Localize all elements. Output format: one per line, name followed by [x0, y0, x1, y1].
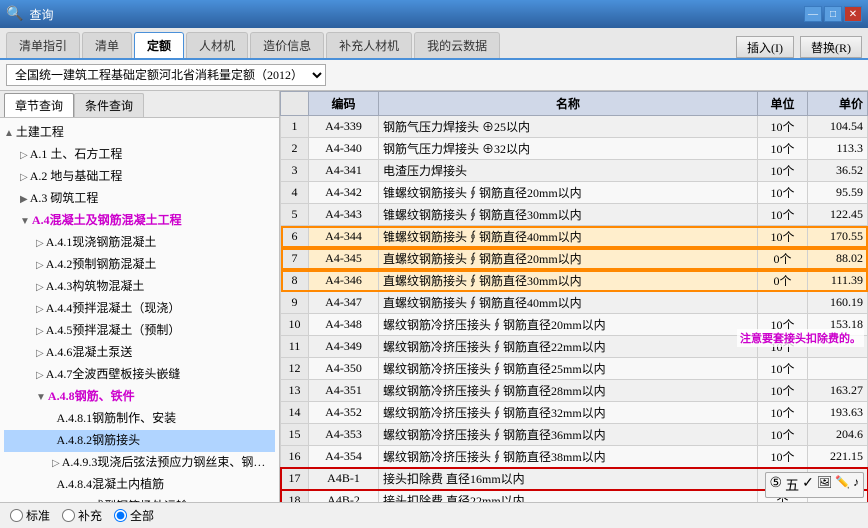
bottom-bar: 标准 补充 全部	[0, 502, 868, 528]
tree-item[interactable]: ▷A.4.2预制钢筋混凝土	[4, 254, 275, 276]
col-code-header: 编码	[309, 92, 379, 116]
tab-qingdan-zhiyin[interactable]: 清单指引	[6, 32, 80, 58]
table-container: 编码 名称 单位 单价 1 A4-339 钢筋气压力焊接头 ⊕25以内 10个 …	[280, 91, 868, 502]
tab-cloud[interactable]: 我的云数据	[414, 32, 500, 58]
radio-group: 标准 补充 全部	[10, 507, 154, 524]
main-area: 章节查询 条件查询 ▲土建工程 ▷A.1 土、石方工程 ▷A.2 地与基础工程 …	[0, 91, 868, 502]
table-row[interactable]: 15 A4-353 螺纹钢筋冷挤压接头∮钢筋直径36mm以内 10个 204.6	[281, 424, 868, 446]
tree-item[interactable]: ▷A.4.6混凝土泵送	[4, 342, 275, 364]
tab-buzu[interactable]: 补充人材机	[326, 32, 412, 58]
close-btn[interactable]: ✕	[844, 6, 862, 22]
tree-item[interactable]: ▷A.4.3构筑物混凝土	[4, 276, 275, 298]
title-bar: 🔍 查询 — □ ✕	[0, 0, 868, 28]
search-tabs: 章节查询 条件查询	[0, 91, 279, 118]
tab-rencaiji[interactable]: 人材机	[186, 32, 248, 58]
tree-item[interactable]: ▷A.4.4预拌混凝土（现浇）	[4, 298, 275, 320]
table-row[interactable]: 5 A4-343 锥螺纹钢筋接头∮钢筋直径30mm以内 10个 122.45	[281, 204, 868, 226]
tab-chapter-search[interactable]: 章节查询	[4, 93, 74, 117]
tree-item[interactable]: ▶A.3 砌筑工程	[4, 188, 275, 210]
toolbar: 全国统一建筑工程基础定额河北省消耗量定额（2012）	[0, 60, 868, 91]
col-num-header	[281, 92, 309, 116]
table-row[interactable]: 11 A4-349 螺纹钢筋冷挤压接头∮钢筋直径22mm以内 10个	[281, 336, 868, 358]
table-row[interactable]: 8 A4-346 直螺纹钢筋接头∮钢筋直径30mm以内 0个 111.39	[281, 270, 868, 292]
tree-item[interactable]: ▷A.4.1现浇钢筋混凝土	[4, 232, 275, 254]
tree-item[interactable]: ▷A.4.9.3现浇后弦法预应力钢丝束、钢绞线	[4, 452, 275, 474]
tree-container[interactable]: ▲土建工程 ▷A.1 土、石方工程 ▷A.2 地与基础工程 ▶A.3 砌筑工程 …	[0, 118, 279, 502]
table-row[interactable]: 4 A4-342 锥螺纹钢筋接头∮钢筋直径20mm以内 10个 95.59	[281, 182, 868, 204]
table-row[interactable]: 1 A4-339 钢筋气压力焊接头 ⊕25以内 10个 104.54	[281, 116, 868, 138]
table-row[interactable]: 13 A4-351 螺纹钢筋冷挤压接头∮钢筋直径28mm以内 10个 163.2…	[281, 380, 868, 402]
floating-toolbar: ⑤ 五 ✓ 🖼 ✏️ ♪	[765, 472, 864, 498]
data-table: 编码 名称 单位 单价 1 A4-339 钢筋气压力焊接头 ⊕25以内 10个 …	[280, 91, 868, 502]
col-price-header: 单价	[808, 92, 868, 116]
tab-zaojia[interactable]: 造价信息	[250, 32, 324, 58]
table-row[interactable]: 2 A4-340 钢筋气压力焊接头 ⊕32以内 10个 113.3	[281, 138, 868, 160]
tool-icon-3[interactable]: ✓	[802, 475, 814, 495]
tabs-bar: 清单指引 清单 定额 人材机 造价信息 补充人材机 我的云数据 插入(I) 替换…	[0, 28, 868, 60]
table-row[interactable]: 6 A4-344 锥螺纹钢筋接头∮钢筋直径40mm以内 10个 170.55	[281, 226, 868, 248]
table-row[interactable]: 7 A4-345 直螺纹钢筋接头∮钢筋直径20mm以内 0个 88.02	[281, 248, 868, 270]
table-row[interactable]: 14 A4-352 螺纹钢筋冷挤压接头∮钢筋直径32mm以内 10个 193.6…	[281, 402, 868, 424]
tree-item[interactable]: ▼A.4.8钢筋、铁件	[4, 386, 275, 408]
tool-icon-2[interactable]: 五	[785, 475, 799, 495]
table-row[interactable]: 10 A4-348 螺纹钢筋冷挤压接头∮钢筋直径20mm以内 10个 153.1…	[281, 314, 868, 336]
tab-condition-search[interactable]: 条件查询	[74, 93, 144, 117]
col-name-header: 名称	[379, 92, 758, 116]
minimize-btn[interactable]: —	[804, 6, 822, 22]
tab-dinge[interactable]: 定额	[134, 32, 184, 58]
window-controls: — □ ✕	[804, 6, 862, 22]
col-unit-header: 单位	[758, 92, 808, 116]
tool-icon-6[interactable]: ♪	[853, 475, 859, 495]
table-row[interactable]: 12 A4-350 螺纹钢筋冷挤压接头∮钢筋直径25mm以内 10个	[281, 358, 868, 380]
quota-selector[interactable]: 全国统一建筑工程基础定额河北省消耗量定额（2012）	[6, 64, 326, 86]
radio-all[interactable]: 全部	[114, 507, 154, 524]
radio-supplement[interactable]: 补充	[62, 507, 102, 524]
left-panel: 章节查询 条件查询 ▲土建工程 ▷A.1 土、石方工程 ▷A.2 地与基础工程 …	[0, 91, 280, 502]
tool-icon-1[interactable]: ⑤	[770, 475, 783, 495]
tree-item[interactable]: ▲土建工程	[4, 122, 275, 144]
maximize-btn[interactable]: □	[824, 6, 842, 22]
tool-icon-5[interactable]: ✏️	[835, 475, 850, 495]
tree-item[interactable]: A.4.8.2钢筋接头	[4, 430, 275, 452]
table-row[interactable]: 9 A4-347 直螺纹钢筋接头∮钢筋直径40mm以内 160.19	[281, 292, 868, 314]
table-row[interactable]: 3 A4-341 电渣压力焊接头 10个 36.52	[281, 160, 868, 182]
tab-qingdan[interactable]: 清单	[82, 32, 132, 58]
replace-button[interactable]: 替换(R)	[800, 36, 862, 58]
table-row[interactable]: 16 A4-354 螺纹钢筋冷挤压接头∮钢筋直径38mm以内 10个 221.1…	[281, 446, 868, 468]
tree-item[interactable]: ▷A.4.7全波西壁板接头嵌缝	[4, 364, 275, 386]
tool-icon-4[interactable]: 🖼	[817, 475, 832, 495]
radio-standard[interactable]: 标准	[10, 507, 50, 524]
tree-item[interactable]: ▷A.2 地与基础工程	[4, 166, 275, 188]
tree-item[interactable]: ▼A.4混凝土及钢筋混凝土工程	[4, 210, 275, 232]
window-title: 查询	[29, 6, 53, 23]
tree-item[interactable]: ▷A.1 土、石方工程	[4, 144, 275, 166]
insert-button[interactable]: 插入(I)	[736, 36, 794, 58]
tree-item[interactable]: A.4.8.4混凝土内植筋	[4, 474, 275, 496]
tree-item[interactable]: A.4.8.1钢筋制作、安装	[4, 408, 275, 430]
tree-item[interactable]: A.4.8.5成型钢筋场外运输	[4, 496, 275, 502]
tree-item[interactable]: ▷A.4.5预拌混凝土（预制）	[4, 320, 275, 342]
right-panel: 编码 名称 单位 单价 1 A4-339 钢筋气压力焊接头 ⊕25以内 10个 …	[280, 91, 868, 502]
window-icon: 🔍	[6, 6, 23, 23]
